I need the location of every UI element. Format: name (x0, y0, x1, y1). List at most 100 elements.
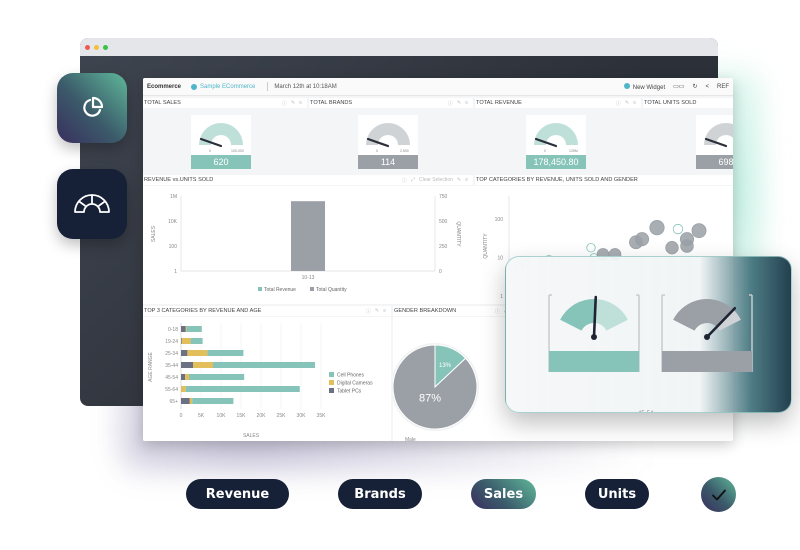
expand-icon[interactable]: ⤢ (411, 177, 415, 184)
close-window-button[interactable] (85, 44, 90, 50)
edit-icon[interactable]: ✎ (375, 308, 379, 315)
filter-units-button[interactable]: Units (585, 479, 649, 509)
bar-segment-tablet-pcs (181, 326, 186, 332)
layout-icon[interactable]: ▭▭ (673, 83, 684, 90)
bar-segment-cell-phones (185, 386, 300, 392)
info-icon[interactable]: ⓘ (282, 100, 287, 107)
widget-gender-header: GENDER BREAKDOWN ⓘ⤢ (393, 306, 513, 316)
widget-title: TOTAL UNITS SOLD (644, 100, 697, 106)
y-tick-label: 19-24 (165, 339, 178, 345)
new-widget-button[interactable]: New Widget (623, 82, 665, 91)
gauge-max: 100,000 (231, 149, 244, 153)
gauge-max: 125M (569, 149, 578, 153)
bar-segment-cell-phones (189, 374, 245, 380)
check-icon (711, 489, 726, 500)
y2-tick-label: 250 (439, 244, 448, 250)
y-tick-label: 10K (168, 219, 178, 225)
share-label[interactable]: REF (717, 84, 729, 90)
filter-brands-button[interactable]: Brands (338, 479, 422, 509)
clear-selection-button[interactable]: Clear Selection (419, 177, 453, 184)
filter-revenue-button[interactable]: Revenue (186, 479, 289, 509)
legend-label: Total Revenue (264, 287, 296, 293)
share-icon[interactable]: < (705, 84, 709, 90)
widget-title: TOP 3 CATEGORIES BY REVENUE AND AGE (144, 308, 262, 314)
kpi-total-revenue[interactable]: 0 125M 178,450.80 (526, 115, 586, 169)
maximize-window-button[interactable] (103, 44, 108, 50)
info-icon[interactable]: ⓘ (366, 308, 371, 315)
widget-total-brands-header: TOTAL BRANDS ⓘ ✎ ≡ (309, 98, 473, 108)
info-icon[interactable]: ⓘ (616, 100, 621, 107)
y-tick-label: 100 (495, 217, 504, 223)
pie-chart-tile[interactable] (57, 73, 127, 143)
bar-segment-cell-phones (207, 350, 244, 356)
datasource-link[interactable]: Sample ECommerce (200, 84, 255, 90)
menu-icon[interactable]: ≡ (299, 100, 302, 107)
confirm-button[interactable] (701, 477, 736, 512)
gauge-needle (592, 295, 598, 339)
menu-icon[interactable]: ≡ (633, 100, 636, 107)
edit-icon[interactable]: ✎ (457, 100, 461, 107)
x-tick-label: 20K (257, 413, 267, 419)
plus-icon (623, 82, 630, 89)
y2-tick-label: 500 (439, 219, 448, 225)
info-icon[interactable]: ⓘ (495, 308, 500, 315)
y2-tick-label: 750 (439, 194, 448, 200)
legend-label: Digital Cameras (337, 381, 373, 387)
minimize-window-button[interactable] (94, 44, 99, 50)
legend-swatch (329, 380, 334, 385)
widget-title: GENDER BREAKDOWN (394, 308, 457, 314)
legend-label: Tablet PCs (337, 389, 362, 395)
widget-total-units-header: TOTAL UNITS SOLD (643, 98, 733, 108)
widget-total-revenue-header: TOTAL REVENUE ⓘ ✎ ≡ (475, 98, 641, 108)
y-tick-label: 25-34 (165, 351, 178, 357)
menu-icon[interactable]: ≡ (383, 308, 386, 315)
menu-icon[interactable]: ≡ (465, 100, 468, 107)
gauge-fill (560, 299, 596, 331)
x-axis-label: SALES (243, 433, 260, 439)
kpi-total-brands[interactable]: 0 2,500 114 (358, 115, 418, 169)
x-tick-label: 10K (217, 413, 227, 419)
scatter-point-male (691, 223, 707, 239)
filter-sales-button[interactable]: Sales (471, 479, 536, 509)
gauge-tile[interactable] (57, 169, 127, 239)
bar-segment-tablet-pcs (181, 362, 193, 368)
kpi-value: 114 (358, 155, 418, 169)
bar-segment-tablet-pcs (181, 350, 188, 356)
overlay-bg-label: 45-54 (638, 411, 654, 413)
refresh-icon[interactable]: ↻ (692, 83, 697, 90)
edit-icon[interactable]: ✎ (625, 100, 629, 107)
widget-top3-age-header: TOP 3 CATEGORIES BY REVENUE AND AGE ⓘ ✎ ≡ (143, 306, 391, 316)
legend-swatch (258, 287, 262, 291)
revenue-units-chart: 110010K1M0250500750SALES QUANTITY10-13Tot… (143, 186, 475, 304)
widget-revenue-units-header: REVENUE vs.UNITS SOLD ⓘ ⤢ Clear Selection ✎… (143, 175, 473, 185)
bar-segment-digital-cameras (193, 362, 213, 368)
y-tick-label: 45-54 (165, 375, 178, 381)
edit-icon[interactable]: ✎ (291, 100, 295, 107)
gauge-hub (704, 334, 710, 340)
info-icon[interactable]: ⓘ (448, 100, 453, 107)
datasource-icon (191, 83, 198, 90)
bar-segment-digital-cameras (181, 338, 191, 344)
edit-icon[interactable]: ✎ (457, 177, 461, 184)
stage: Ecommerce Sample ECommerce March 12th at… (0, 0, 800, 550)
info-icon[interactable]: ⓘ (402, 177, 407, 184)
legend-label: Cell Phones (337, 373, 364, 379)
y-tick-label: 65+ (170, 399, 179, 405)
bar-segment-tablet-pcs (181, 398, 190, 404)
kpi-total-units[interactable]: 698 (696, 115, 733, 169)
age-stacked-bar-chart: 0 5K 10K 15K 20K 25K 30K 35K 0-18 19-24 25-34 35-44… (143, 317, 391, 441)
bar-segment-digital-cameras (181, 386, 186, 392)
scatter-point-male (665, 241, 679, 255)
menu-icon[interactable]: ≡ (465, 177, 468, 184)
y-tick-label: 1 (174, 269, 177, 275)
kpi-total-sales[interactable]: 0 100,000 620 (191, 115, 251, 169)
kpi-value: 178,450.80 (526, 155, 586, 169)
widget-title: TOTAL BRANDS (310, 100, 353, 106)
pie-chart-icon (83, 96, 104, 117)
pie-label-female: 13% (439, 363, 452, 369)
bar-segment-tablet-pcs (181, 338, 182, 344)
gauge-icon (74, 194, 110, 213)
dashboard-header: Ecommerce Sample ECommerce March 12th at… (143, 78, 733, 96)
bar-segment-cell-phones (186, 326, 202, 332)
header-divider (267, 82, 269, 91)
